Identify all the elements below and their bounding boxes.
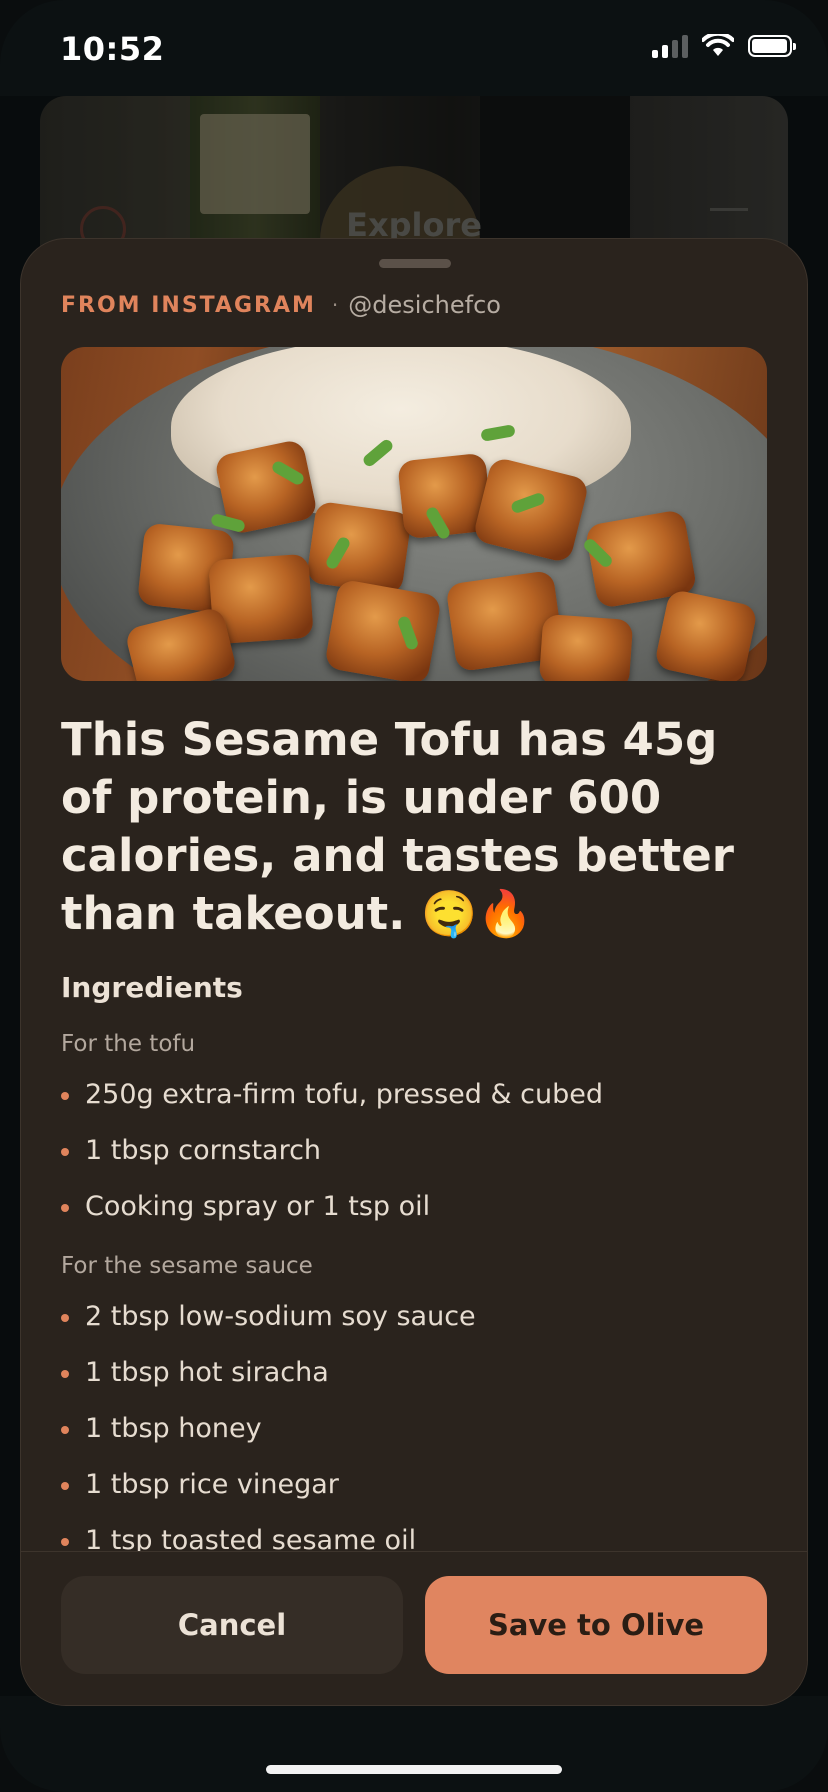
import-recipe-sheet: FROM INSTAGRAM · @desichefco This Sesame…: [20, 238, 808, 1706]
home-indicator[interactable]: [266, 1765, 562, 1774]
bullet-icon: [61, 1091, 69, 1100]
list-item: Cooking spray or 1 tsp oil: [61, 1191, 430, 1222]
list-item: 1 tbsp honey: [61, 1413, 262, 1444]
wifi-icon: [702, 34, 734, 56]
bullet-icon: [61, 1313, 69, 1322]
phone-screen: 10:52 Explore FROM INSTAGRAM · @desichef…: [0, 0, 828, 1792]
section-label-sauce: For the sesame sauce: [61, 1253, 313, 1279]
list-item: 1 tbsp rice vinegar: [61, 1469, 339, 1500]
list-item: 1 tbsp cornstarch: [61, 1135, 321, 1166]
ingredients-heading: Ingredients: [61, 971, 243, 1004]
recipe-hero-image: [61, 347, 767, 681]
source-separator: ·: [331, 293, 339, 317]
bullet-icon: [61, 1537, 69, 1546]
source-label: FROM INSTAGRAM: [61, 292, 316, 318]
sheet-footer: Cancel Save to Olive: [21, 1551, 807, 1705]
bullet-icon: [61, 1425, 69, 1434]
bullet-icon: [61, 1369, 69, 1378]
status-icons: [652, 34, 796, 58]
save-to-olive-button[interactable]: Save to Olive: [425, 1576, 767, 1674]
sheet-grabber[interactable]: [379, 259, 451, 268]
status-time: 10:52: [60, 30, 165, 68]
section-label-tofu: For the tofu: [61, 1031, 196, 1057]
bullet-icon: [61, 1147, 69, 1156]
list-item: 250g extra-firm tofu, pressed & cubed: [61, 1079, 603, 1110]
cellular-signal-icon: [652, 34, 688, 58]
list-item: 2 tbsp low-sodium soy sauce: [61, 1301, 476, 1332]
bullet-icon: [61, 1203, 69, 1212]
bullet-icon: [61, 1481, 69, 1490]
battery-icon: [748, 35, 796, 57]
cancel-button[interactable]: Cancel: [61, 1576, 403, 1674]
source-row: FROM INSTAGRAM · @desichefco: [61, 291, 501, 319]
source-handle[interactable]: @desichefco: [348, 291, 501, 319]
recipe-title: This Sesame Tofu has 45g of protein, is …: [61, 713, 734, 940]
list-item: 1 tbsp hot siracha: [61, 1357, 329, 1388]
